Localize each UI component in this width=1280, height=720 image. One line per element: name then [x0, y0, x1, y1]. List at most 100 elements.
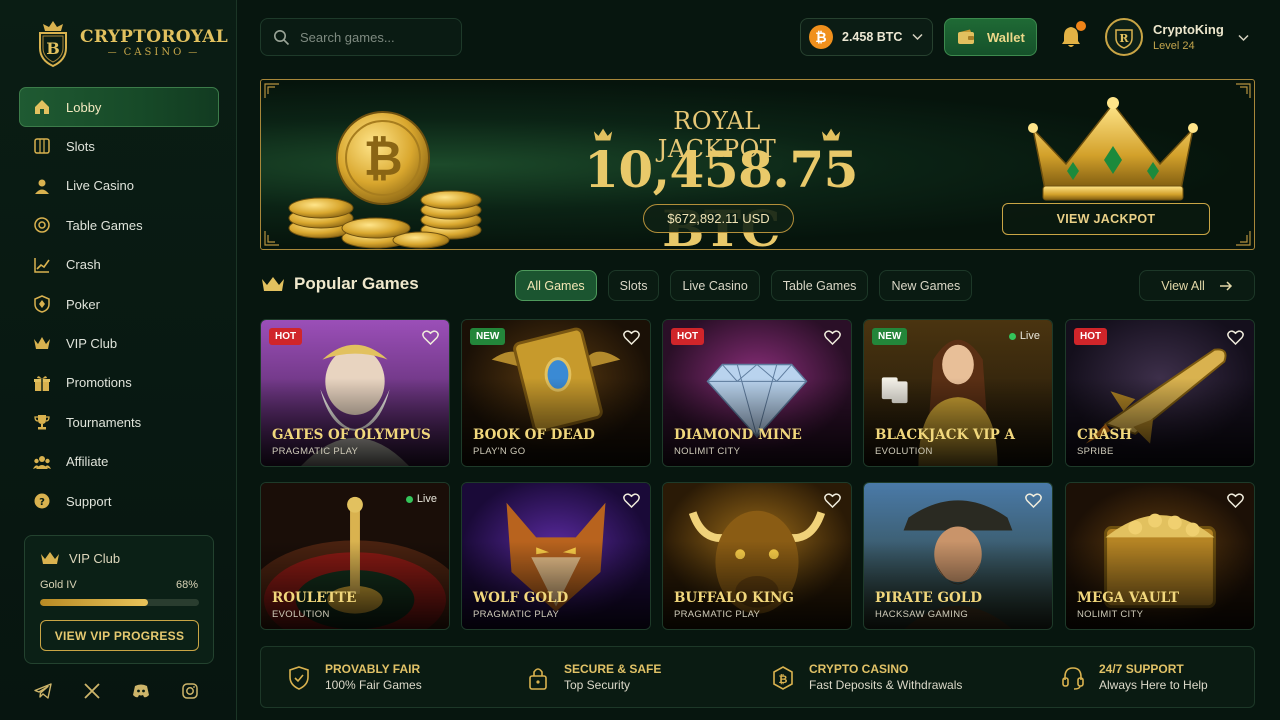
feature-subtitle: Fast Deposits & Withdrawals	[809, 678, 963, 692]
gift-icon	[32, 373, 52, 393]
feature-support: 24/7 SUPPORT Always Here to Help	[1061, 661, 1208, 694]
game-title: Book of Dead	[473, 427, 595, 443]
game-title: Diamond Mine	[674, 427, 802, 443]
game-card-mega-vault[interactable]: Mega Vault Nolimit City	[1065, 482, 1255, 630]
sidebar-item-slots[interactable]: Slots	[19, 126, 219, 166]
svg-text:R: R	[1119, 32, 1129, 45]
tab-table-games[interactable]: Table Games	[770, 270, 869, 301]
golden-crown-image	[1028, 97, 1198, 201]
heart-icon[interactable]	[1227, 493, 1244, 508]
sidebar-item-live-casino[interactable]: Live Casino	[19, 166, 219, 206]
game-card-buffalo-king[interactable]: Buffalo King Pragmatic Play	[662, 482, 852, 630]
avatar[interactable]: R	[1105, 18, 1143, 56]
feature-secure: SECURE & SAFE Top Security	[526, 661, 661, 694]
game-card-pirate-gold[interactable]: Pirate Gold Hacksaw Gaming	[863, 482, 1053, 630]
new-badge: NEW	[872, 328, 908, 345]
x-icon[interactable]	[83, 682, 101, 700]
vip-card: VIP Club Gold IV 68% VIEW VIP PROGRESS	[24, 535, 214, 664]
sidebar-item-vip-club[interactable]: VIP Club	[19, 323, 219, 363]
tab-slots[interactable]: Slots	[607, 270, 660, 301]
game-card-book-of-dead[interactable]: NEW Book of Dead Play'n Go	[461, 319, 651, 467]
svg-text:₿: ₿	[779, 673, 788, 686]
game-card-blackjack-vip-a[interactable]: NEW Live Blackjack VIP A Evolution	[863, 319, 1053, 467]
game-card-wolf-gold[interactable]: Wolf Gold Pragmatic Play	[461, 482, 651, 630]
corner-ornament-icon	[264, 83, 279, 98]
bitcoin-icon: ₿	[809, 25, 833, 49]
live-dot-icon	[1008, 332, 1016, 340]
hot-badge: HOT	[269, 328, 303, 345]
game-card-roulette[interactable]: Live Roulette Evolution	[260, 482, 450, 630]
bitcoin-icon: ₿	[773, 665, 793, 690]
instagram-icon[interactable]	[181, 682, 199, 700]
game-provider: Play'n Go	[473, 446, 526, 457]
feature-provably-fair: PROVABLY FAIR 100% Fair Games	[287, 661, 422, 694]
brand-subtitle: CASINO	[80, 47, 228, 59]
vip-progress-fill	[40, 599, 149, 606]
sidebar-item-poker[interactable]: Poker	[19, 284, 219, 324]
game-title: Pirate Gold	[875, 590, 982, 606]
sidebar-item-table-games[interactable]: Table Games	[19, 205, 219, 245]
search-icon	[274, 29, 290, 45]
chevron-down-icon[interactable]	[1238, 34, 1249, 42]
popular-games-title: Popular Games	[294, 274, 419, 293]
sidebar: B CRYPTOROYAL CASINO Lobby Slots Live Casi…	[0, 0, 237, 720]
heart-icon[interactable]	[824, 493, 841, 508]
search-box[interactable]	[260, 18, 462, 56]
live-label: Live	[1019, 330, 1040, 342]
popular-games-heading: Popular Games	[261, 274, 419, 294]
tab-live-casino[interactable]: Live Casino	[670, 270, 760, 301]
sidebar-item-label: Live Casino	[66, 178, 134, 194]
sidebar-item-tournaments[interactable]: Tournaments	[19, 402, 219, 442]
search-input[interactable]	[300, 29, 450, 45]
svg-text:B: B	[46, 39, 60, 58]
balance-selector[interactable]: ₿ 2.458 BTC	[800, 18, 933, 56]
heart-icon[interactable]	[824, 330, 841, 345]
view-jackpot-button[interactable]: VIEW JACKPOT	[1002, 203, 1210, 235]
sidebar-item-affiliate[interactable]: Affiliate	[19, 442, 219, 482]
view-all-button[interactable]: View All	[1139, 270, 1255, 301]
sidebar-item-label: Poker	[66, 296, 100, 312]
sidebar-item-lobby[interactable]: Lobby	[19, 87, 219, 127]
brand-logo[interactable]: B CRYPTOROYAL CASINO	[32, 18, 228, 68]
notification-dot	[1076, 21, 1086, 31]
shield-check-icon	[289, 665, 309, 690]
game-title: Blackjack VIP A	[875, 427, 1016, 443]
view-all-label: View All	[1161, 278, 1205, 293]
game-filter-tabs: All Games Slots Live Casino Table Games New …	[515, 270, 983, 301]
feature-subtitle: Always Here to Help	[1099, 678, 1208, 692]
sidebar-item-promotions[interactable]: Promotions	[19, 363, 219, 403]
tab-new-games[interactable]: New Games	[879, 270, 973, 301]
discord-icon[interactable]	[132, 682, 150, 700]
wallet-button[interactable]: Wallet	[944, 18, 1037, 56]
heart-icon[interactable]	[623, 330, 640, 345]
feature-crypto: ₿ CRYPTO CASINO Fast Deposits & Withdrawa…	[771, 661, 962, 694]
heart-icon[interactable]	[422, 330, 439, 345]
trophy-icon	[32, 412, 52, 432]
crest-avatar-icon: R	[1115, 29, 1133, 49]
feature-subtitle: 100% Fair Games	[325, 678, 422, 692]
table-games-icon	[32, 215, 52, 235]
feature-title: PROVABLY FAIR	[325, 662, 421, 676]
heart-icon[interactable]	[623, 493, 640, 508]
corner-ornament-icon	[1236, 83, 1251, 98]
headset-icon	[1062, 666, 1084, 690]
view-vip-progress-button[interactable]: VIEW VIP PROGRESS	[40, 620, 199, 651]
lock-icon	[529, 667, 547, 690]
game-card-gates-of-olympus[interactable]: HOT Gates of Olympus Pragmatic Play	[260, 319, 450, 467]
live-indicator: Live	[1008, 330, 1040, 342]
heart-icon[interactable]	[1025, 493, 1042, 508]
sidebar-item-support[interactable]: ? Support	[19, 481, 219, 521]
crown-icon	[32, 333, 52, 353]
feature-title: 24/7 SUPPORT	[1099, 662, 1184, 676]
telegram-icon[interactable]	[34, 682, 52, 700]
heart-icon[interactable]	[1227, 330, 1244, 345]
chevron-down-icon	[912, 33, 923, 41]
game-card-crash[interactable]: HOT Crash Spribe	[1065, 319, 1255, 467]
game-card-diamond-mine[interactable]: HOT Diamond Mine Nolimit City	[662, 319, 852, 467]
user-name[interactable]: CryptoKing	[1153, 22, 1224, 37]
features-bar: PROVABLY FAIR 100% Fair Games SECURE & SA…	[260, 646, 1255, 708]
tab-all-games[interactable]: All Games	[515, 270, 597, 301]
social-links	[34, 682, 230, 700]
home-icon	[32, 97, 52, 117]
sidebar-item-crash[interactable]: Crash	[19, 245, 219, 285]
